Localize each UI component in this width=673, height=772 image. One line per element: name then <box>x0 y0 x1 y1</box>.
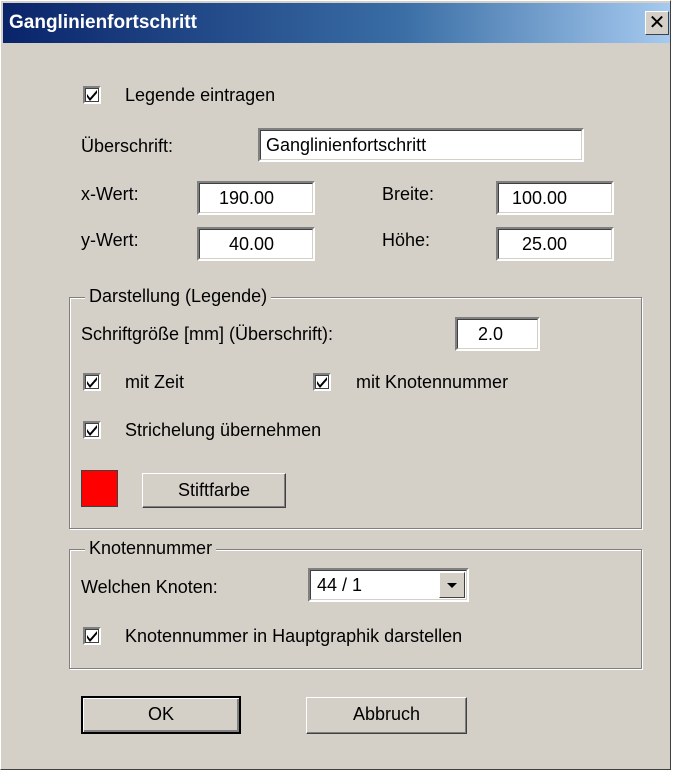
pen-color-button[interactable]: Stiftfarbe <box>142 473 286 508</box>
x-value-label: x-Wert: <box>81 184 139 204</box>
height-input[interactable]: 25.00 <box>496 227 614 261</box>
ok-button[interactable]: OK <box>81 696 241 734</box>
cancel-button-label: Abbruch <box>352 704 421 724</box>
with-time-checkbox[interactable] <box>83 373 101 391</box>
dialog-window: Ganglinienfortschritt ✕ Legende eintrage… <box>0 0 671 770</box>
checkmark-icon <box>87 377 97 388</box>
height-label: Höhe: <box>382 230 431 250</box>
which-node-label: Welchen Knoten: <box>81 577 218 597</box>
checkmark-icon <box>317 377 327 388</box>
checkmark-icon <box>87 425 97 436</box>
ok-button-label: OK <box>147 704 174 724</box>
y-value-input[interactable]: 40.00 <box>197 227 315 261</box>
close-button[interactable]: ✕ <box>645 11 669 35</box>
display-group-title: Darstellung (Legende) <box>85 286 272 307</box>
dash-checkbox[interactable] <box>83 421 101 439</box>
height-input-value: 25.00 <box>522 234 568 254</box>
dropdown-button[interactable] <box>439 572 465 598</box>
show-in-main-checkbox[interactable] <box>83 627 101 645</box>
with-node-number-label: mit Knotennummer <box>356 372 509 392</box>
y-value-label: y-Wert: <box>81 230 139 250</box>
title-bar[interactable]: Ganglinienfortschritt ✕ <box>3 3 670 43</box>
dash-label: Strichelung übernehmen <box>125 420 322 440</box>
show-in-main-label: Knotennummer in Hauptgraphik darstellen <box>125 626 463 646</box>
width-input[interactable]: 100.00 <box>496 181 614 215</box>
font-size-label: Schriftgröße [mm] (Überschrift): <box>81 324 334 344</box>
pen-color-button-label: Stiftfarbe <box>177 480 251 500</box>
legend-checkbox[interactable] <box>83 86 101 104</box>
node-group-frame <box>69 549 642 669</box>
y-value-input-value: 40.00 <box>229 234 275 254</box>
with-node-number-checkbox[interactable] <box>313 373 331 391</box>
font-size-input[interactable]: 2.0 <box>455 317 540 351</box>
x-value-input[interactable]: 190.00 <box>197 181 315 215</box>
width-input-value: 100.00 <box>512 188 568 208</box>
which-node-selected-value: 44 / 1 <box>317 575 363 595</box>
triangle-down-icon <box>447 583 457 588</box>
with-time-label: mit Zeit <box>125 372 185 392</box>
checkmark-icon <box>87 90 97 101</box>
which-node-select[interactable]: 44 / 1 <box>308 568 469 602</box>
close-icon: ✕ <box>648 10 666 34</box>
cancel-button[interactable]: Abbruch <box>306 697 467 734</box>
node-group-title: Knotennummer <box>85 538 217 559</box>
heading-input-value: Ganglinienfortschritt <box>266 135 427 155</box>
dialog-title: Ganglinienfortschritt <box>9 12 197 33</box>
heading-input[interactable]: Ganglinienfortschritt <box>258 128 584 162</box>
width-label: Breite: <box>382 184 435 204</box>
pen-color-swatch[interactable] <box>81 470 118 507</box>
checkmark-icon <box>87 631 97 642</box>
font-size-input-value: 2.0 <box>478 324 504 344</box>
legend-checkbox-label: Legende eintragen <box>125 85 276 105</box>
x-value-input-value: 190.00 <box>219 188 275 208</box>
heading-label: Überschrift: <box>81 136 174 156</box>
